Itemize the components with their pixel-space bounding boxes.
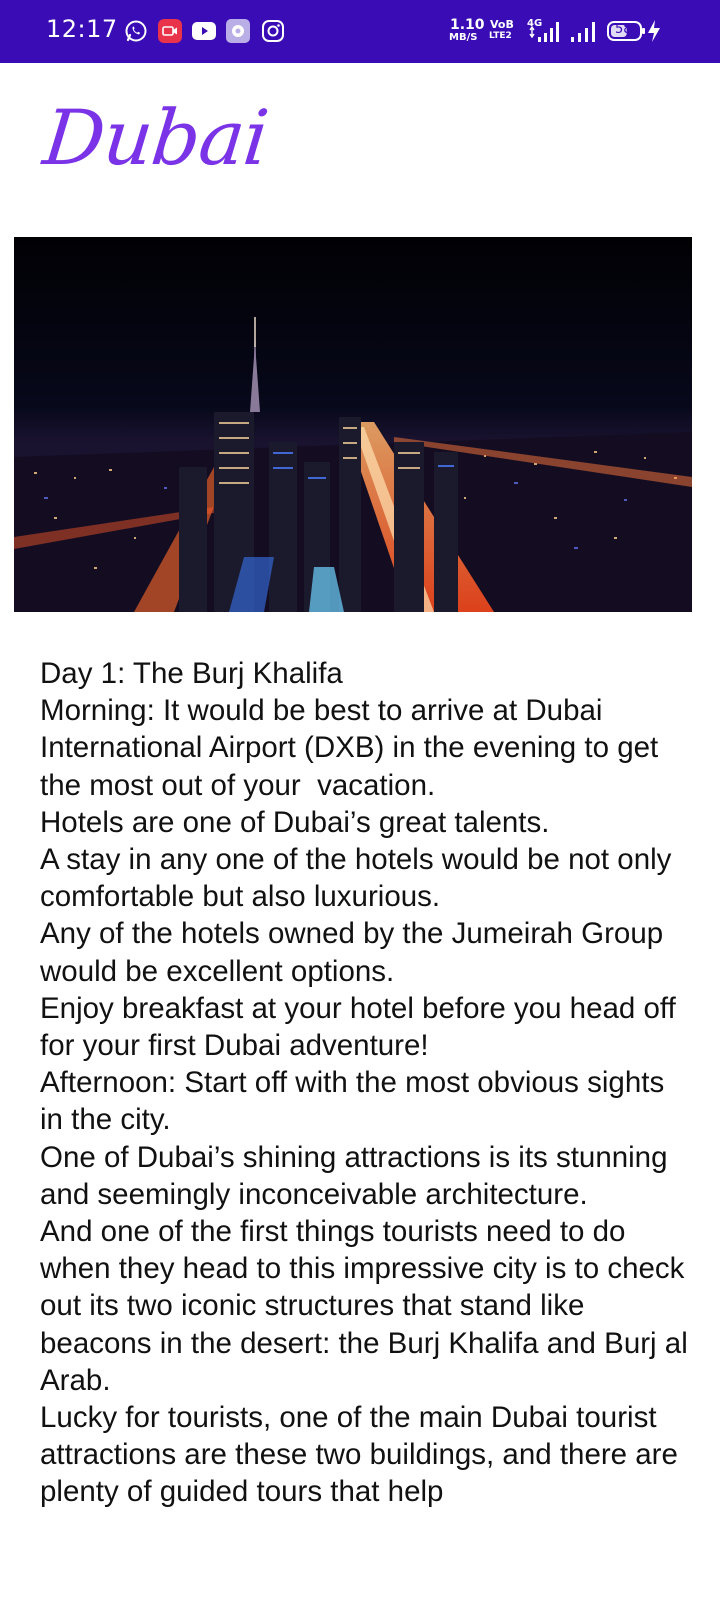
city-night-skyline-image: [14, 237, 692, 612]
signal-strength-icon: [528, 20, 560, 44]
article-heading: Day 1: The Burj Khalifa: [40, 657, 343, 690]
article-paragraph: And one of the first things tourists nee…: [40, 1215, 688, 1397]
article-paragraph: Afternoon: Start off with the most obvio…: [40, 1066, 673, 1137]
settings-app-icon: [226, 19, 250, 43]
network-speed-unit: MB/S: [449, 32, 478, 43]
article-paragraph: Hotels are one of Dubai’s great talents.: [40, 805, 550, 839]
article-paragraph: Enjoy breakfast at your hotel before you…: [40, 991, 684, 1063]
status-time: 12:17: [46, 15, 118, 43]
page-title: Dubai: [39, 93, 272, 182]
youtube-icon: [192, 19, 216, 43]
signal-strength-2-icon: [570, 20, 598, 44]
article-paragraph: One of Dubai’s shining attractions is it…: [40, 1140, 676, 1211]
battery-level-text: 58: [615, 22, 632, 37]
article-paragraph: Morning: It would be best to arrive at D…: [40, 694, 667, 802]
article-paragraph: Any of the hotels owned by the Jumeirah …: [40, 917, 672, 988]
charging-icon: [646, 19, 662, 43]
article-body: Day 1: The Burj Khalifa Morning: It woul…: [40, 655, 690, 1530]
screen-recorder-icon: [158, 19, 182, 43]
network-speed-value: 1.10: [450, 17, 485, 33]
article-paragraph: Lucky for tourists, one of the main Duba…: [40, 1401, 687, 1509]
whatsapp-icon: [124, 19, 148, 43]
volte-top-label: VoB: [490, 18, 514, 31]
instagram-icon: [261, 19, 285, 43]
status-bar: 12:17 1.10 MB/S VoB LTE2 4G 58: [0, 0, 720, 63]
dubai-skyline-image: [14, 237, 692, 612]
article-paragraph: A stay in any one of the hotels would be…: [40, 843, 680, 914]
volte-bottom-label: LTE2: [489, 31, 512, 41]
